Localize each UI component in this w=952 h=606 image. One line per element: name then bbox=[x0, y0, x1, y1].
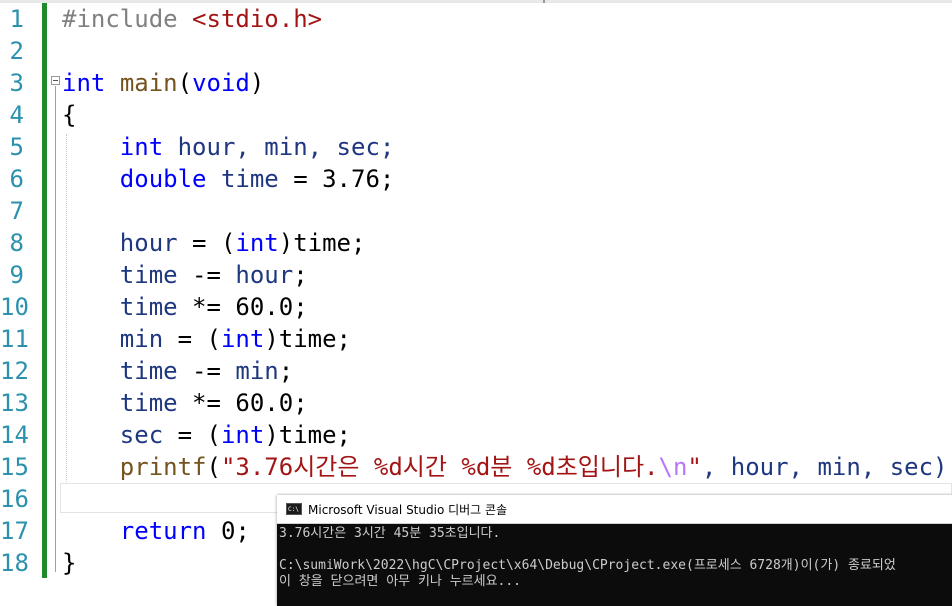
keyword: double bbox=[119, 165, 207, 193]
code-text: = ( bbox=[163, 325, 221, 353]
console-line: 이 창을 닫으려면 아무 키나 누르세요... bbox=[279, 574, 522, 589]
keyword: return bbox=[119, 517, 207, 545]
code-line-15: printf("3.76시간은 %d시간 %d분 %d초입니다.\n", hou… bbox=[62, 451, 952, 483]
code-line-9: time -= hour; bbox=[62, 259, 308, 291]
declaration: hour, min, sec; bbox=[163, 133, 395, 161]
variable: time bbox=[206, 165, 279, 193]
line-number: 9 bbox=[9, 261, 24, 289]
function-name: printf bbox=[119, 453, 207, 481]
line-number: 8 bbox=[9, 229, 24, 257]
function-name: main bbox=[119, 69, 178, 97]
code-text: 0; bbox=[206, 517, 250, 545]
line-number: 13 bbox=[0, 389, 29, 417]
code-text: ; bbox=[293, 261, 308, 289]
console-line: 3.76시간은 3시간 45분 35초입니다. bbox=[279, 526, 501, 541]
code-line-4: { bbox=[62, 99, 76, 131]
debug-console-window[interactable]: C:\ Microsoft Visual Studio 디버그 콘솔 3.76시… bbox=[277, 495, 952, 606]
console-line: C:\sumiWork\2022\hgC\CProject\x64\Debug\… bbox=[279, 558, 896, 573]
console-title-bar[interactable]: C:\ Microsoft Visual Studio 디버그 콘솔 bbox=[277, 495, 952, 524]
variable: time bbox=[119, 389, 178, 417]
string-quote: " bbox=[687, 453, 702, 481]
preprocessor-directive: #include bbox=[62, 5, 193, 33]
line-number: 6 bbox=[9, 165, 24, 193]
keyword: int bbox=[235, 229, 279, 257]
include-header: <stdio.h> bbox=[192, 5, 323, 33]
line-number: 12 bbox=[0, 357, 29, 385]
keyword: int bbox=[220, 325, 265, 353]
line-number: 7 bbox=[9, 197, 24, 225]
variable: min bbox=[235, 357, 279, 385]
brace: { bbox=[62, 101, 77, 129]
code-line-6: double time = 3.76; bbox=[62, 163, 395, 195]
escape-sequence: \n bbox=[658, 453, 688, 481]
line-number: 16 bbox=[0, 485, 29, 513]
code-line-18: } bbox=[62, 547, 76, 579]
variable: hour bbox=[119, 229, 178, 257]
code-line-13: time *= 60.0; bbox=[62, 387, 308, 419]
line-number: 11 bbox=[0, 325, 29, 353]
code-text: )time; bbox=[264, 421, 352, 449]
code-text: = 3.76; bbox=[278, 165, 395, 193]
line-number: 5 bbox=[9, 133, 24, 161]
line-number: 10 bbox=[0, 293, 29, 321]
variable: sec bbox=[119, 421, 164, 449]
code-line-17: return 0; bbox=[62, 515, 250, 547]
string-literal: "3.76시간은 %d시간 %d분 %d초입니다. bbox=[220, 453, 659, 481]
line-number: 2 bbox=[9, 37, 24, 65]
console-output[interactable]: 3.76시간은 3시간 45분 35초입니다. C:\sumiWork\2022… bbox=[277, 524, 952, 590]
keyword: int bbox=[119, 133, 164, 161]
line-number-gutter: 1 2 3 4 5 6 7 8 9 10 11 12 13 14 15 16 1… bbox=[0, 0, 40, 606]
code-text: *= 60.0; bbox=[177, 293, 308, 321]
paren: ( bbox=[206, 453, 221, 481]
console-app-icon: C:\ bbox=[286, 503, 302, 515]
code-text: *= 60.0; bbox=[177, 389, 308, 417]
variable: hour bbox=[235, 261, 294, 289]
line-number: 1 bbox=[9, 5, 24, 33]
scroll-marker bbox=[543, 0, 545, 3]
code-line-3: int main(void) bbox=[62, 67, 264, 99]
line-number: 18 bbox=[0, 549, 29, 577]
line-number: 3 bbox=[9, 69, 24, 97]
code-text: )time; bbox=[278, 229, 366, 257]
change-tracking-bar bbox=[42, 3, 47, 578]
code-line-5: int hour, min, sec; bbox=[62, 131, 395, 163]
line-number: 4 bbox=[9, 101, 24, 129]
arguments: , hour, min, sec); bbox=[701, 453, 952, 481]
code-line-10: time *= 60.0; bbox=[62, 291, 308, 323]
console-title: Microsoft Visual Studio 디버그 콘솔 bbox=[308, 502, 508, 517]
code-line-8: hour = (int)time; bbox=[62, 227, 366, 259]
code-text: -= bbox=[177, 357, 236, 385]
outline-region-line bbox=[55, 86, 56, 572]
code-text: = ( bbox=[163, 421, 221, 449]
code-line-11: min = (int)time; bbox=[62, 323, 351, 355]
code-text: -= bbox=[177, 261, 236, 289]
keyword: int bbox=[62, 69, 106, 97]
code-line-12: time -= min; bbox=[62, 355, 293, 387]
variable: time bbox=[119, 261, 178, 289]
paren: ( bbox=[177, 69, 193, 97]
variable: time bbox=[119, 357, 178, 385]
line-number: 15 bbox=[0, 453, 29, 481]
line-number: 14 bbox=[0, 421, 29, 449]
keyword: void bbox=[192, 69, 250, 97]
code-text: )time; bbox=[264, 325, 352, 353]
paren: ) bbox=[249, 69, 265, 97]
line-number: 17 bbox=[0, 517, 29, 545]
variable: min bbox=[119, 325, 164, 353]
code-text: ; bbox=[278, 357, 294, 385]
code-text: = ( bbox=[177, 229, 236, 257]
variable: time bbox=[119, 293, 178, 321]
keyword: int bbox=[220, 421, 265, 449]
collapse-region-icon[interactable] bbox=[51, 76, 60, 85]
code-line-14: sec = (int)time; bbox=[62, 419, 351, 451]
brace: } bbox=[62, 549, 77, 577]
code-line-1: #include <stdio.h> bbox=[62, 3, 322, 35]
